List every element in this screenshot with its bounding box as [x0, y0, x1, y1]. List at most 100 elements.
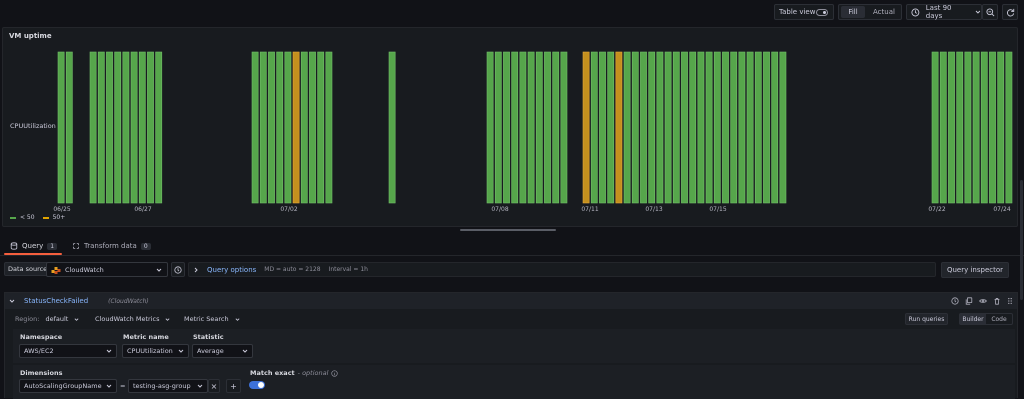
dimension-key-select[interactable]: AutoScalingGroupName [19, 379, 117, 393]
status-bar[interactable] [640, 51, 647, 204]
time-range-picker[interactable]: Last 90 days [906, 4, 982, 20]
status-bar[interactable] [527, 51, 535, 204]
panel-splitter[interactable] [460, 229, 556, 231]
status-bar[interactable] [147, 51, 154, 204]
run-queries-button[interactable]: Run queries [905, 313, 948, 325]
drag-handle-icon[interactable] [1007, 297, 1013, 305]
status-bar[interactable] [122, 51, 130, 204]
status-bar[interactable] [519, 51, 527, 204]
status-bar[interactable] [268, 51, 275, 204]
status-bar[interactable] [730, 51, 738, 204]
namespace-select[interactable]: AWS/EC2 [19, 344, 117, 358]
status-bar[interactable] [623, 51, 631, 204]
status-bar[interactable] [939, 51, 947, 204]
help-icon[interactable] [951, 297, 959, 305]
service-selector[interactable]: CloudWatch Metrics [95, 315, 170, 323]
status-bar[interactable] [697, 51, 705, 204]
status-bar[interactable] [948, 51, 955, 204]
status-bar[interactable] [746, 51, 754, 204]
status-bar[interactable] [1005, 51, 1013, 204]
datasource-help-button[interactable] [171, 262, 185, 277]
status-bar[interactable] [65, 51, 73, 204]
legend-item-high[interactable]: 50+ [42, 214, 65, 221]
status-bar[interactable] [656, 51, 664, 204]
status-bar[interactable] [648, 51, 656, 204]
search-mode-selector[interactable]: Metric Search [184, 315, 240, 323]
status-bar[interactable] [57, 51, 65, 204]
metric-name-select[interactable]: CPUUtilization [122, 344, 189, 358]
status-bar[interactable] [486, 51, 494, 204]
status-bar[interactable] [664, 51, 672, 204]
query-inspector-button[interactable]: Query inspector [941, 262, 1009, 278]
status-bar[interactable] [292, 51, 300, 204]
status-bar[interactable] [980, 51, 988, 204]
info-icon[interactable] [331, 369, 339, 377]
zoom-out-button[interactable] [982, 4, 998, 20]
status-bar[interactable] [599, 51, 606, 204]
status-bar[interactable] [106, 51, 113, 204]
status-bar[interactable] [956, 51, 964, 204]
status-bar[interactable] [388, 51, 396, 204]
status-bar[interactable] [615, 51, 623, 204]
status-bar[interactable] [284, 51, 292, 204]
status-bar[interactable] [309, 51, 316, 204]
status-bar[interactable] [130, 51, 138, 204]
status-bar[interactable] [494, 51, 502, 204]
status-bar[interactable] [607, 51, 615, 204]
status-bar[interactable] [138, 51, 146, 204]
builder-mode-button[interactable]: Builder [960, 314, 986, 324]
status-bar[interactable] [672, 51, 680, 204]
eye-icon[interactable] [979, 297, 987, 305]
status-bar[interactable] [535, 51, 543, 204]
add-dimension-button[interactable]: + [226, 379, 241, 393]
status-bar[interactable] [681, 51, 688, 204]
code-mode-button[interactable]: Code [986, 314, 1012, 324]
status-bar[interactable] [738, 51, 746, 204]
tab-query[interactable]: Query 1 [4, 238, 63, 254]
status-bar[interactable] [754, 51, 762, 204]
toggle-switch[interactable] [816, 9, 828, 16]
status-bar[interactable] [964, 51, 972, 204]
status-bar[interactable] [97, 51, 105, 204]
status-bar[interactable] [997, 51, 1005, 204]
status-bar[interactable] [317, 51, 325, 204]
legend-item-low[interactable]: < 50 [10, 214, 35, 221]
status-bar[interactable] [155, 51, 163, 204]
status-bar[interactable] [300, 51, 308, 204]
status-bar[interactable] [705, 51, 713, 204]
status-bar[interactable] [631, 51, 639, 204]
status-bar[interactable] [713, 51, 721, 204]
status-bar[interactable] [503, 51, 510, 204]
status-bar[interactable] [89, 51, 97, 204]
query-name[interactable]: StatusCheckFailed [24, 297, 88, 305]
chevron-down-icon[interactable] [9, 298, 15, 304]
status-bar[interactable] [251, 51, 259, 204]
match-exact-toggle[interactable] [249, 381, 265, 389]
status-bar[interactable] [544, 51, 551, 204]
copy-icon[interactable] [965, 297, 973, 305]
trash-icon[interactable] [993, 297, 1001, 305]
status-bar[interactable] [325, 51, 333, 204]
statistic-select[interactable]: Average [192, 344, 253, 358]
status-bar[interactable] [511, 51, 519, 204]
status-bar[interactable] [931, 51, 939, 204]
tab-transform[interactable]: Transform data 0 [68, 238, 155, 254]
status-bar[interactable] [552, 51, 560, 204]
status-bar[interactable] [779, 51, 787, 204]
status-bar[interactable] [989, 51, 996, 204]
fill-button[interactable]: Fill [841, 6, 865, 18]
table-view-toggle[interactable]: Table view [774, 4, 834, 20]
status-bar[interactable] [590, 51, 598, 204]
status-bar[interactable] [560, 51, 568, 204]
status-bar[interactable] [114, 51, 122, 204]
datasource-picker[interactable]: CloudWatch [46, 262, 168, 277]
actual-button[interactable]: Actual [873, 8, 895, 16]
region-selector[interactable]: Region: default [15, 315, 79, 323]
status-bar[interactable] [276, 51, 284, 204]
query-header[interactable]: StatusCheckFailed (CloudWatch) [5, 293, 1017, 309]
dimension-value-select[interactable]: testing-asg-group [128, 379, 208, 393]
status-bar[interactable] [259, 51, 267, 204]
status-bar[interactable] [689, 51, 697, 204]
scrollbar[interactable] [1020, 180, 1023, 300]
status-bar[interactable] [771, 51, 779, 204]
